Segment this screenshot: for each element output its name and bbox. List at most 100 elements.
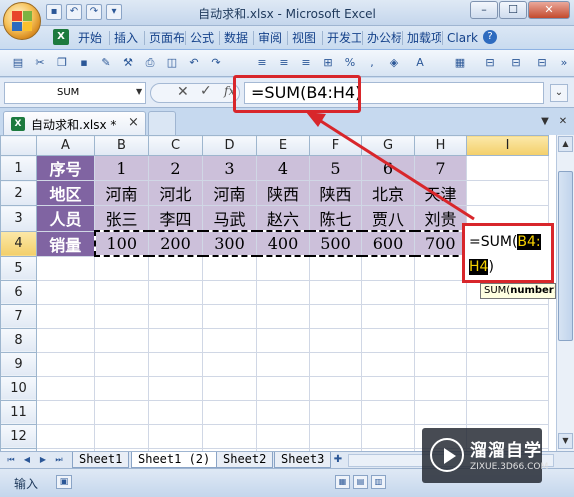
row-header[interactable]: 2: [0, 180, 37, 206]
column-header[interactable]: I: [466, 135, 549, 156]
table-cell[interactable]: [466, 180, 549, 206]
font-color-icon[interactable]: A: [412, 55, 428, 71]
borders-icon[interactable]: ▦: [452, 55, 468, 71]
table-cell[interactable]: 4: [256, 155, 310, 181]
paste-icon[interactable]: ▤: [10, 55, 26, 71]
column-header[interactable]: B: [94, 135, 149, 156]
row-header[interactable]: 12: [0, 423, 37, 449]
row-header[interactable]: 4: [0, 230, 37, 257]
table-cell[interactable]: 400: [256, 230, 310, 257]
table-cell[interactable]: [466, 155, 549, 181]
sheet-tab[interactable]: Sheet2: [216, 452, 274, 468]
close-icon[interactable]: ✕: [556, 115, 570, 129]
name-box[interactable]: SUM: [4, 82, 146, 104]
row-header[interactable]: 5: [0, 255, 37, 281]
row-header[interactable]: 8: [0, 327, 37, 353]
help-icon[interactable]: ?: [483, 30, 497, 44]
table-cell[interactable]: 赵六: [256, 205, 310, 232]
column-header[interactable]: E: [256, 135, 310, 156]
table-cell[interactable]: 6: [361, 155, 415, 181]
align-right-icon[interactable]: ≡: [298, 55, 314, 71]
chevron-down-icon[interactable]: ▼: [538, 115, 552, 129]
table-label-cell[interactable]: 地区: [36, 180, 95, 206]
close-button[interactable]: ✕: [528, 1, 570, 19]
align-center-icon[interactable]: ≡: [276, 55, 292, 71]
column-header[interactable]: H: [414, 135, 467, 156]
tab-page-layout[interactable]: 页面布: [147, 29, 184, 48]
table-cell[interactable]: 李四: [148, 205, 203, 232]
table-cell[interactable]: 3: [202, 155, 257, 181]
macro-record-icon[interactable]: ▣: [56, 475, 72, 489]
save-icon[interactable]: ▪: [76, 55, 92, 71]
preview-icon[interactable]: ◫: [164, 55, 180, 71]
expand-formula-bar-icon[interactable]: ⌄: [550, 84, 568, 102]
page-break-view-icon[interactable]: ▥: [371, 475, 386, 489]
table-cell[interactable]: 5: [309, 155, 362, 181]
select-all-corner[interactable]: [0, 135, 37, 156]
minimize-button[interactable]: –: [470, 1, 498, 19]
copy-icon[interactable]: ❐: [54, 55, 70, 71]
new-tab-button[interactable]: [148, 111, 176, 135]
prev-sheet-icon[interactable]: ◀: [20, 453, 34, 467]
table-label-cell[interactable]: 销量: [36, 230, 95, 257]
fill-color-icon[interactable]: ◈: [386, 55, 402, 71]
tab-clark[interactable]: Clark: [445, 29, 480, 48]
row-header[interactable]: 7: [0, 303, 37, 329]
undo-icon[interactable]: ↶: [186, 55, 202, 71]
format-painter-icon[interactable]: ✎: [98, 55, 114, 71]
scroll-down-icon[interactable]: ▼: [558, 433, 573, 449]
restore-button[interactable]: ☐: [499, 1, 527, 19]
tab-formulas[interactable]: 公式: [188, 29, 216, 48]
normal-view-icon[interactable]: ▦: [335, 475, 350, 489]
merge-icon[interactable]: ⊞: [320, 55, 336, 71]
print-icon[interactable]: ⎙: [142, 55, 158, 71]
more-icon[interactable]: »: [556, 55, 572, 71]
redo-icon[interactable]: ↷: [208, 55, 224, 71]
table-cell[interactable]: 刘贵: [414, 205, 467, 232]
tab-view[interactable]: 视图: [290, 29, 318, 48]
page-layout-view-icon[interactable]: ▤: [353, 475, 368, 489]
tab-review[interactable]: 审阅: [256, 29, 284, 48]
table-cell[interactable]: 马武: [202, 205, 257, 232]
row-header[interactable]: 1: [0, 155, 37, 181]
table-cell[interactable]: 陕西: [256, 180, 310, 206]
table-cell[interactable]: 河南: [94, 180, 149, 206]
workbook-tab[interactable]: X 自动求和.xlsx * ×: [3, 111, 146, 135]
table-cell[interactable]: 陕西: [309, 180, 362, 206]
column-header[interactable]: A: [36, 135, 95, 156]
table-cell[interactable]: 100: [93, 230, 149, 257]
tab-home[interactable]: 开始: [76, 29, 104, 48]
vertical-scrollbar[interactable]: ▲ ▼: [556, 135, 574, 451]
table-cell[interactable]: 河南: [202, 180, 257, 206]
tab-addins[interactable]: 加载项: [405, 29, 441, 48]
format-cells-icon[interactable]: ⊟: [534, 55, 550, 71]
delete-cells-icon[interactable]: ⊟: [508, 55, 524, 71]
brush-icon[interactable]: ⚒: [120, 55, 136, 71]
scroll-thumb[interactable]: [558, 171, 573, 341]
row-header[interactable]: 3: [0, 205, 37, 232]
table-cell[interactable]: 700: [414, 230, 468, 257]
column-header[interactable]: C: [148, 135, 203, 156]
align-left-icon[interactable]: ≡: [254, 55, 270, 71]
table-label-cell[interactable]: 序号: [36, 155, 95, 181]
cancel-icon[interactable]: ✕: [177, 84, 189, 100]
table-cell[interactable]: 300: [202, 230, 257, 257]
scroll-up-icon[interactable]: ▲: [558, 136, 573, 152]
table-cell[interactable]: 贾八: [361, 205, 415, 232]
tab-data[interactable]: 数据: [222, 29, 250, 48]
table-cell[interactable]: 北京: [361, 180, 415, 206]
table-cell[interactable]: 河北: [148, 180, 203, 206]
table-cell[interactable]: 2: [148, 155, 203, 181]
insert-function-icon[interactable]: fx: [224, 84, 235, 98]
cut-icon[interactable]: ✂: [32, 55, 48, 71]
close-icon[interactable]: ×: [128, 115, 139, 130]
table-label-cell[interactable]: 人员: [36, 205, 95, 232]
sheet-tab-active[interactable]: Sheet1 (2): [131, 452, 218, 468]
office-button[interactable]: [3, 2, 41, 40]
table-cell[interactable]: 600: [361, 230, 415, 257]
column-header[interactable]: D: [202, 135, 257, 156]
formula-input[interactable]: =SUM(B4:H4): [244, 82, 544, 104]
enter-check-icon[interactable]: ✓: [200, 83, 212, 99]
row-header[interactable]: 9: [0, 351, 37, 377]
tab-insert[interactable]: 插入: [112, 29, 140, 48]
